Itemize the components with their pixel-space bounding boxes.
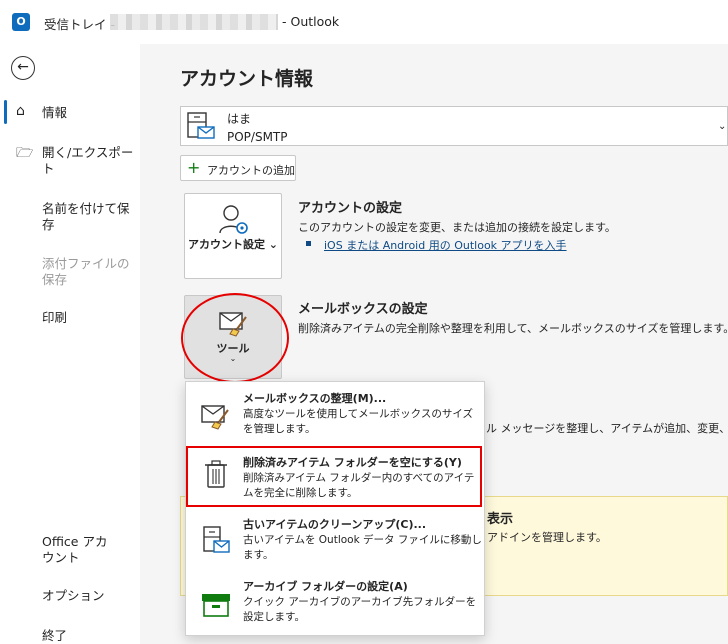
tools-dropdown-menu: メールボックスの整理(M)... 高度なツールを使用してメールボックスのサイズを… bbox=[185, 381, 485, 636]
account-type: POP/SMTP bbox=[227, 130, 288, 144]
home-icon: ⌂ bbox=[16, 103, 25, 119]
nav-item-save-attachments[interactable]: 添付ファイルの保存 bbox=[0, 254, 140, 290]
account-settings-tile-label: アカウント設定 ⌄ bbox=[187, 238, 279, 251]
menu-item-mailbox-cleanup[interactable]: メールボックスの整理(M)... 高度なツールを使用してメールボックスのサイズを… bbox=[186, 386, 484, 446]
nav-item-open-export[interactable]: 🗁 開く/エクスポート bbox=[0, 142, 140, 176]
nav-item-label: 名前を付けて保存 bbox=[42, 201, 130, 232]
bullet bbox=[306, 241, 311, 246]
pop-account-icon bbox=[187, 112, 215, 139]
nav-item-info[interactable]: ⌂ 情報 bbox=[0, 102, 140, 124]
highlight-circle bbox=[181, 293, 289, 383]
outlook-logo-icon: O bbox=[12, 13, 30, 31]
plus-icon: + bbox=[187, 158, 201, 177]
nav-item-label: 情報 bbox=[42, 105, 68, 120]
rules-description-partial: ル メッセージを整理し、アイテムが追加、変更、ま bbox=[486, 422, 728, 435]
nav-item-exit[interactable]: 終了 bbox=[0, 626, 140, 644]
chevron-down-icon: ⌄ bbox=[718, 121, 727, 132]
nav-item-label: 印刷 bbox=[42, 310, 68, 325]
menu-item-title: 古いアイテムのクリーンアップ(C)... bbox=[243, 518, 427, 531]
redacted-account-name bbox=[110, 14, 278, 30]
page-title: アカウント情報 bbox=[180, 68, 314, 90]
addins-heading-partial: 表示 bbox=[487, 512, 514, 527]
window-title-app: - Outlook bbox=[282, 14, 340, 29]
folder-open-icon: 🗁 bbox=[16, 145, 34, 161]
menu-item-description: 高度なツールを使用してメールボックスのサイズを管理します。 bbox=[243, 408, 474, 435]
menu-item-title: アーカイブ フォルダーの設定(A) bbox=[243, 580, 408, 593]
archive-box-icon bbox=[202, 594, 230, 617]
nav-item-office-account[interactable]: Office アカウント bbox=[0, 532, 140, 568]
addins-description-partial: アドインを管理します。 bbox=[487, 531, 607, 544]
menu-item-archive-settings[interactable]: アーカイブ フォルダーの設定(A) クイック アーカイブのアーカイブ先フォルダー… bbox=[186, 574, 484, 634]
nav-item-label: Office アカウント bbox=[42, 534, 108, 565]
add-account-button[interactable]: + アカウントの追加 bbox=[180, 155, 296, 181]
menu-item-description: 古いアイテムを Outlook データ ファイルに移動します。 bbox=[243, 534, 482, 561]
account-gear-icon bbox=[219, 205, 248, 234]
menu-item-cleanup-old-items[interactable]: 古いアイテムのクリーンアップ(C)... 古いアイテムを Outlook データ… bbox=[186, 510, 484, 570]
nav-item-label: 開く/エクスポート bbox=[42, 145, 134, 176]
get-mobile-app-link[interactable]: iOS または Android 用の Outlook アプリを入手 bbox=[324, 237, 567, 253]
nav-item-label: オプション bbox=[42, 588, 105, 603]
menu-item-title: メールボックスの整理(M)... bbox=[243, 392, 387, 405]
account-name: はま bbox=[227, 112, 252, 126]
nav-item-options[interactable]: オプション bbox=[0, 586, 140, 608]
back-button[interactable]: ← bbox=[11, 56, 35, 80]
account-settings-description: このアカウントの設定を変更、または追加の接続を設定します。 bbox=[298, 221, 616, 234]
nav-item-label: 終了 bbox=[42, 628, 68, 643]
mailbox-settings-heading: メールボックスの設定 bbox=[298, 302, 428, 317]
add-account-label: アカウントの追加 bbox=[207, 164, 295, 177]
highlight-box bbox=[186, 446, 482, 507]
archive-cabinet-icon bbox=[203, 526, 230, 553]
window-title-folder: 受信トレイ - bbox=[44, 17, 115, 32]
account-settings-heading: アカウントの設定 bbox=[298, 201, 403, 216]
back-arrow-icon: ← bbox=[17, 59, 29, 75]
nav-item-save-as[interactable]: 名前を付けて保存 bbox=[0, 199, 140, 235]
nav-item-print[interactable]: 印刷 bbox=[0, 308, 140, 330]
mailbox-settings-description: 削除済みアイテムの完全削除や整理を利用して、メールボックスのサイズを管理します。 bbox=[298, 322, 728, 335]
mailbox-cleanup-icon bbox=[201, 405, 229, 430]
menu-item-description: クイック アーカイブのアーカイブ先フォルダーを設定します。 bbox=[243, 596, 477, 623]
nav-item-label: 添付ファイルの保存 bbox=[42, 256, 130, 287]
